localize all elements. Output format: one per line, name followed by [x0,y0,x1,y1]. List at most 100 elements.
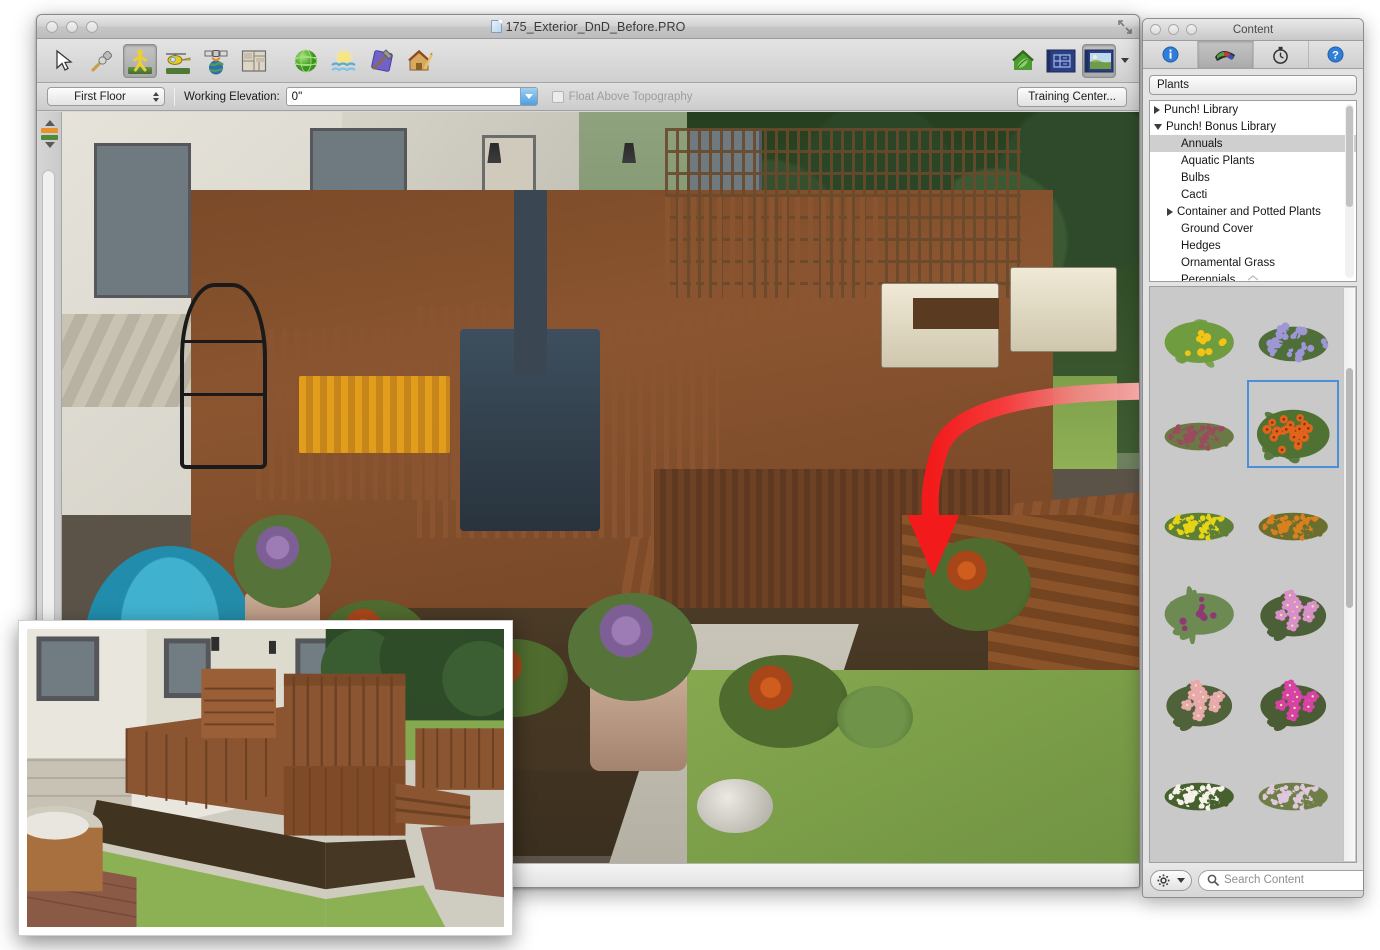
scene-potted-plant-2 [568,593,697,702]
plant-thumbnail-browser[interactable] [1149,286,1357,863]
search-input[interactable] [1224,874,1364,886]
plant-thumbnail-8[interactable] [1246,559,1340,649]
tree-item-hedges[interactable]: Hedges [1150,237,1356,254]
plant-illustration [1156,744,1242,823]
tree-item-label: Punch! Library [1164,104,1238,116]
search-content-field[interactable] [1198,870,1364,891]
scene-grass-clump-2 [837,686,912,748]
options-separator [174,88,175,106]
info-circle-icon [1162,46,1179,63]
color-palette-icon [1213,46,1237,63]
tree-item-punch-library[interactable]: Punch! Library [1150,101,1356,118]
library-tree[interactable]: Punch! Library Punch! Bonus LibraryAnnual… [1149,100,1357,282]
svg-text:?: ? [1333,50,1340,62]
tree-item-container-and-potted-plants[interactable]: Container and Potted Plants [1150,203,1356,220]
tree-item-ornamental-grass[interactable]: Ornamental Grass [1150,254,1356,271]
gear-icon [1157,874,1170,887]
before-state-preview [18,620,513,936]
category-popup-label: Plants [1157,79,1189,91]
window-title-text: 175_Exterior_DnD_Before.PRO [506,20,686,34]
palette-tab[interactable] [1198,41,1253,68]
plant-illustration [1250,654,1336,733]
plan-view-button[interactable] [1044,44,1078,78]
satellite-view-tool[interactable] [199,44,233,78]
tree-spacer [1167,194,1177,195]
plant-illustration [1250,294,1336,373]
helicopter-view-tool[interactable] [161,44,195,78]
library-tree-scrollbar[interactable] [1345,104,1354,278]
working-elevation-label: Working Elevation: [184,91,280,103]
plant-thumbnail-6[interactable] [1246,469,1340,559]
weather-tool[interactable] [327,44,361,78]
tree-item-annuals[interactable]: Annuals [1150,135,1356,152]
tools-tool[interactable] [365,44,399,78]
plant-thumbnail-4[interactable] [1246,379,1340,469]
select-arrow-tool[interactable] [47,44,81,78]
help-tab[interactable]: ? [1309,41,1363,68]
resize-grip-icon[interactable] [1246,275,1260,281]
working-elevation-input[interactable]: 0" [286,87,538,106]
scene-potted-plant-1 [234,515,331,608]
zoom-button[interactable] [86,21,98,33]
float-above-topography-checkbox[interactable]: Float Above Topography [552,91,693,103]
view-dropdown-caret[interactable] [1121,58,1129,63]
elevation-up-arrow-icon[interactable] [45,120,55,126]
close-button[interactable] [46,21,58,33]
floor-selector-label: First Floor [74,91,126,103]
disclosure-closed-icon[interactable] [1167,208,1173,216]
elevation-stepper[interactable] [41,120,58,148]
tree-item-aquatic-plants[interactable]: Aquatic Plants [1150,152,1356,169]
walkthrough-tool[interactable] [123,44,157,78]
plant-thumbnail-10[interactable] [1246,649,1340,739]
content-actions-button[interactable] [1150,870,1192,891]
info-tab[interactable] [1143,41,1198,68]
content-tab-bar: ? [1143,41,1363,69]
plant-illustration [1156,564,1242,643]
disclosure-closed-icon[interactable] [1154,106,1160,114]
3d-view-button[interactable] [1082,44,1116,78]
globe-tool[interactable] [289,44,323,78]
chevron-down-icon[interactable] [520,88,537,105]
tree-item-label: Ground Cover [1181,223,1253,235]
expand-icon[interactable] [1118,20,1132,34]
eyedropper-tool[interactable] [85,44,119,78]
tree-spacer [1167,228,1177,229]
timer-tab[interactable] [1254,41,1309,68]
tree-spacer [1167,143,1177,144]
plant-thumbnail-7[interactable] [1152,559,1246,649]
plant-thumbnail-12[interactable] [1246,739,1340,829]
house-design-tool[interactable] [403,44,437,78]
plant-thumbnail-1[interactable] [1152,289,1246,379]
floor-selector[interactable]: First Floor [47,87,165,106]
3d-scene-icon [1084,48,1114,74]
plant-thumbnail-3[interactable] [1152,379,1246,469]
house-pencil-icon [406,47,434,75]
content-titlebar[interactable]: Content [1143,19,1363,41]
thumbnail-scrollbar[interactable] [1343,288,1355,861]
window-titlebar[interactable]: 175_Exterior_DnD_Before.PRO [37,15,1139,39]
tree-spacer [1167,262,1177,263]
minimize-button[interactable] [66,21,78,33]
plant-thumbnail-2[interactable] [1246,289,1340,379]
tree-item-cacti[interactable]: Cacti [1150,186,1356,203]
plant-thumbnail-9[interactable] [1152,649,1246,739]
category-popup[interactable]: Plants [1149,75,1357,95]
tree-item-ground-cover[interactable]: Ground Cover [1150,220,1356,237]
before-preview-image [27,629,504,927]
elevation-down-arrow-icon[interactable] [45,142,55,148]
tree-item-bulbs[interactable]: Bulbs [1150,169,1356,186]
toolbar-right-group [1004,44,1129,78]
tree-item-punch-bonus-library[interactable]: Punch! Bonus Library [1150,118,1356,135]
floorplan-tool[interactable] [237,44,271,78]
plant-thumbnail-11[interactable] [1152,739,1246,829]
training-center-label: Training Center... [1028,91,1116,103]
training-center-button[interactable]: Training Center... [1017,87,1127,107]
blueprint-plan-icon [1046,48,1076,74]
scene-deck-rail-upper [665,197,880,337]
plant-thumbnail-5[interactable] [1152,469,1246,559]
window-title: 175_Exterior_DnD_Before.PRO [37,20,1139,34]
eco-view-button[interactable] [1006,44,1040,78]
help-circle-icon: ? [1327,46,1344,63]
scene-patio-chair-2 [1010,267,1118,352]
disclosure-open-icon[interactable] [1154,124,1162,130]
